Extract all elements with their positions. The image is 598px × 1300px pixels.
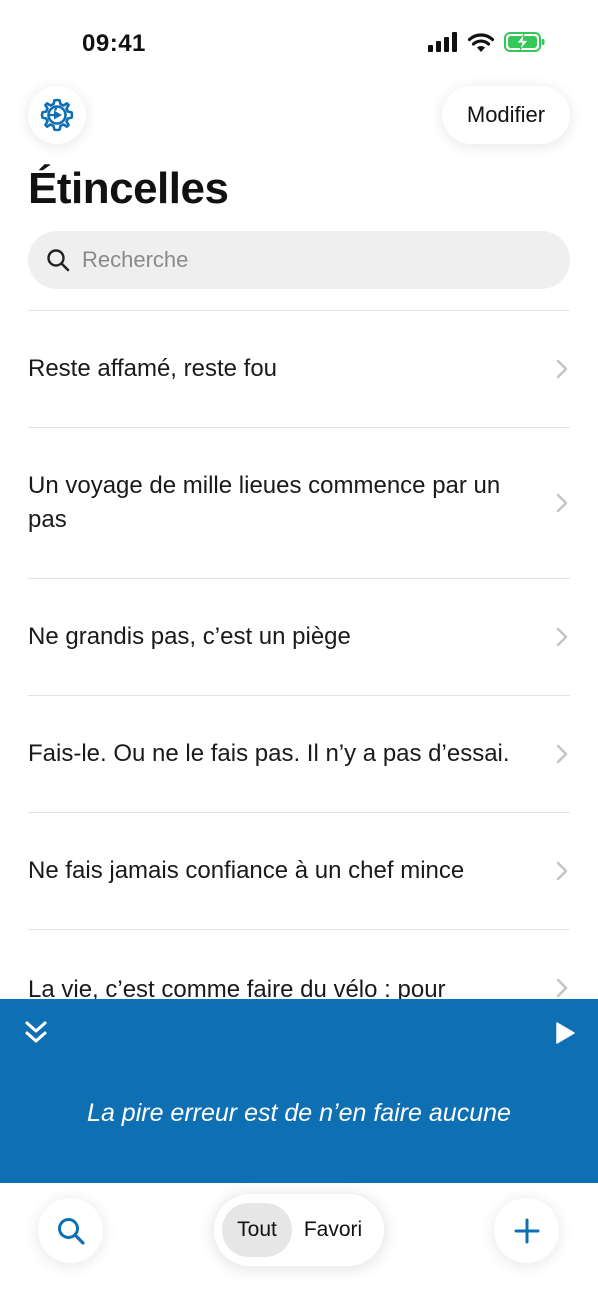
battery-charging-icon xyxy=(504,32,545,52)
search-bar[interactable] xyxy=(28,231,570,289)
list-item[interactable]: Ne fais jamais confiance à un chef mince xyxy=(28,812,570,929)
list-item[interactable]: Fais-le. Ou ne le fais pas. Il n’y a pas… xyxy=(28,695,570,812)
bottom-search-button[interactable] xyxy=(38,1198,103,1263)
search-icon xyxy=(57,1217,85,1245)
list-item[interactable]: Un voyage de mille lieues commence par u… xyxy=(28,427,570,578)
filter-segmented-control: Tout Favori xyxy=(213,1193,385,1267)
now-playing-banner[interactable]: La pire erreur est de n’en faire aucune xyxy=(0,999,598,1183)
search-input[interactable] xyxy=(82,247,542,273)
edit-button[interactable]: Modifier xyxy=(442,86,570,144)
wifi-icon xyxy=(467,32,495,52)
status-icons xyxy=(428,31,546,53)
settings-button[interactable] xyxy=(28,86,86,144)
quote-list: Reste affamé, reste fou Un voyage de mil… xyxy=(28,310,570,1046)
list-item-text: Ne grandis pas, c’est un piège xyxy=(28,623,351,650)
chevron-right-icon xyxy=(556,861,568,881)
chevron-right-icon xyxy=(556,978,568,998)
list-item[interactable]: Ne grandis pas, c’est un piège xyxy=(28,578,570,695)
chevron-right-icon xyxy=(556,744,568,764)
screen: 09:41 Modifier Étincelles Recherche Rest… xyxy=(0,0,598,1300)
list-item-text: Ne fais jamais confiance à un chef mince xyxy=(28,857,465,884)
status-time: 09:41 xyxy=(82,30,146,57)
chevron-right-icon xyxy=(556,359,568,379)
chevron-right-icon xyxy=(556,627,568,647)
double-chevron-down-icon[interactable] xyxy=(22,1019,50,1047)
filter-all-tab[interactable]: Tout xyxy=(222,1203,292,1257)
plus-icon xyxy=(514,1218,539,1243)
list-item-text: Reste affamé, reste fou xyxy=(28,355,278,382)
signal-icon xyxy=(428,32,457,52)
add-button[interactable] xyxy=(494,1198,559,1263)
list-item[interactable]: Reste affamé, reste fou xyxy=(28,310,570,427)
list-item-text: Un voyage de mille lieues commence par u… xyxy=(28,472,501,533)
status-bar: 09:41 xyxy=(0,0,598,86)
list-item-text: Fais-le. Ou ne le fais pas. Il n’y a pas… xyxy=(28,740,510,767)
filter-favorites-tab[interactable]: Favori xyxy=(292,1203,374,1257)
gear-icon xyxy=(40,98,74,132)
search-icon xyxy=(47,249,70,272)
chevron-right-icon xyxy=(556,493,568,513)
page-title: Étincelles xyxy=(28,164,229,213)
play-icon[interactable] xyxy=(554,1021,576,1045)
now-playing-quote: La pire erreur est de n’en faire aucune xyxy=(87,1099,511,1127)
